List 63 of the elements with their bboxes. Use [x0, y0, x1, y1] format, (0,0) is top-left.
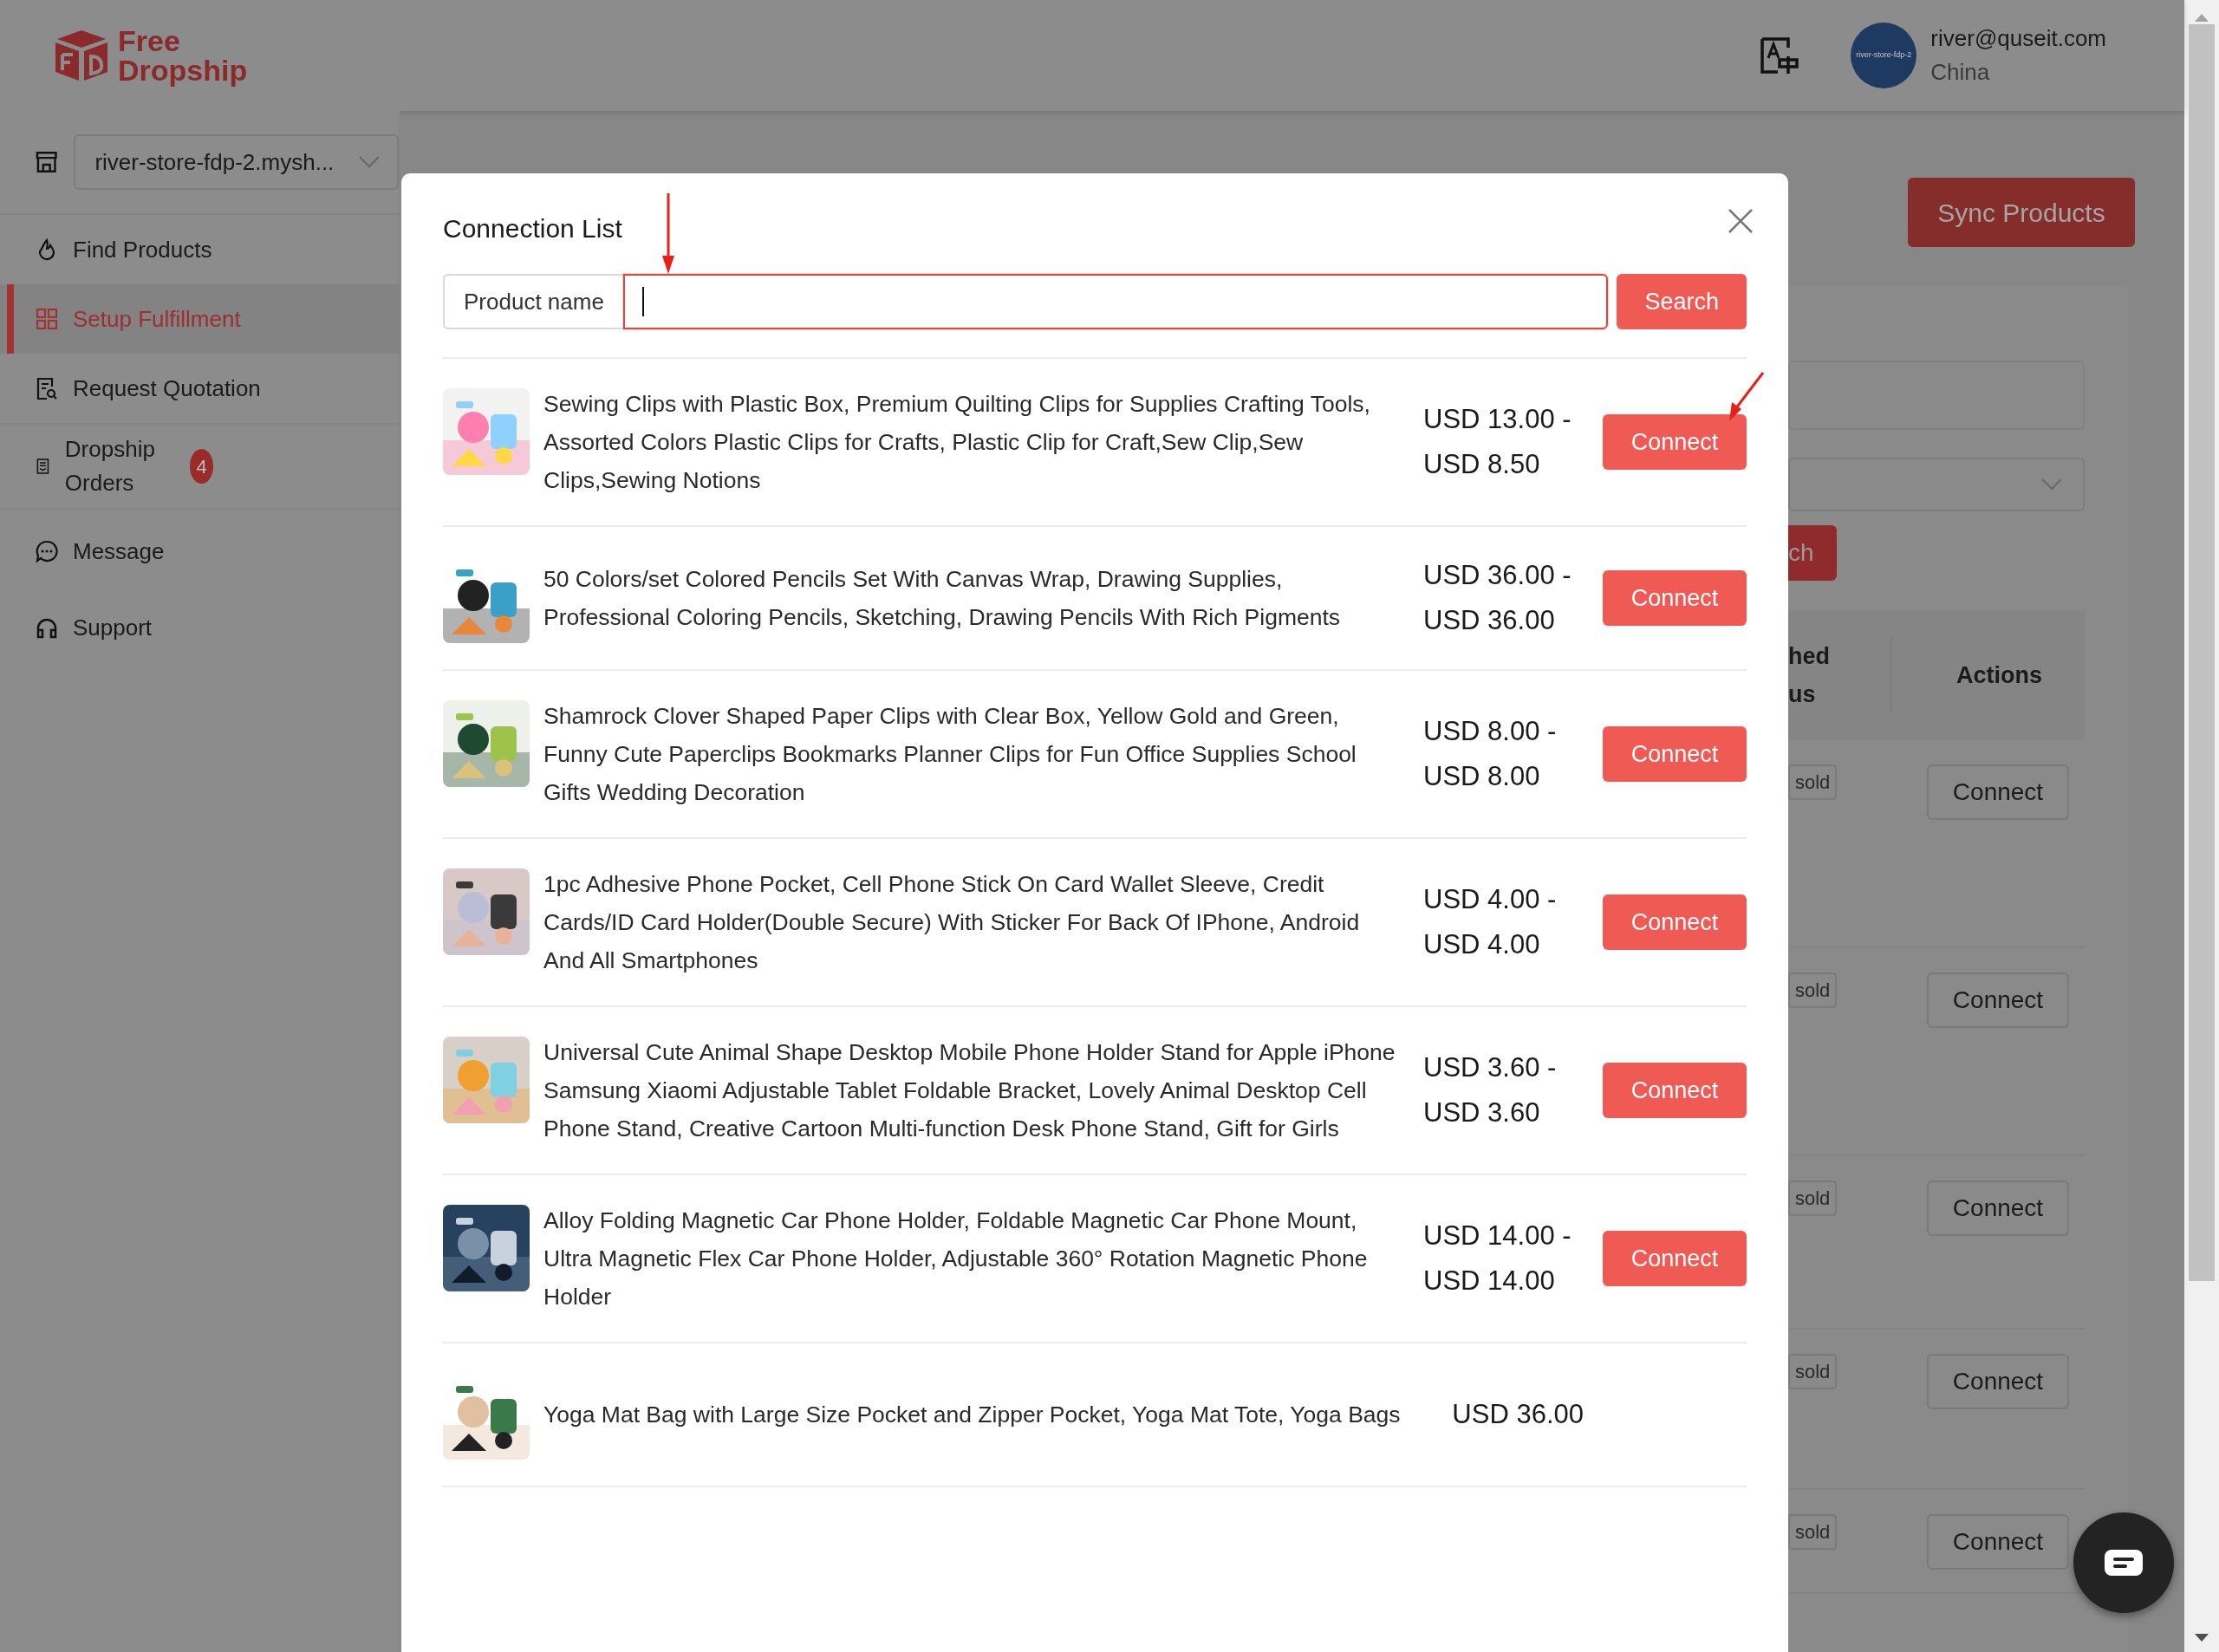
chat-bubble-icon	[35, 539, 59, 563]
product-price: USD 14.00 - USD 14.00	[1423, 1219, 1572, 1298]
column-header: hed	[1788, 642, 1831, 671]
product-name: Shamrock Clover Shaped Paper Clips with Clear Box, Yellow Gold and Green, Funny Cute Paperclips Bookmarks Planner Clips for Fun Office Supplies School Gifts Wedding Decoration	[543, 702, 1357, 807]
store-select[interactable]: river-store-fdp-2.mysh...	[74, 134, 399, 190]
connect-button[interactable]: Connect	[1927, 1180, 2069, 1236]
product-price: USD 36.00 - USD 36.00	[1423, 559, 1572, 637]
search-field[interactable]	[622, 274, 1609, 329]
sidebar-item[interactable]: Request Quotation	[0, 354, 399, 423]
scrollbar-thumb[interactable]	[2189, 24, 2215, 1281]
product-name: 1pc Adhesive Phone Pocket, Cell Phone Stick On Card Wallet Sleeve, Credit Cards/ID Card Holder(Double Secure) With Sticker For Back Of IPhone, Android And All Smartphones	[543, 870, 1361, 975]
product-name: Alloy Folding Magnetic Car Phone Holder, Foldable Magnetic Car Phone Mount, Ultra Magnetic Flex Car Phone Holder, Adjustable 360° Rotation Magnetic Phone Holder	[543, 1206, 1369, 1311]
connect-button[interactable]: Connect	[1927, 972, 2069, 1028]
search-button[interactable]: ch	[1788, 525, 1837, 581]
product-name: 50 Colors/set Colored Pencils Set With Canvas Wrap, Drawing Supplies, Professional Coloring Pencils, Sketching, Drawing Pencils With Rich Pigments	[543, 565, 1342, 632]
sidebar-item[interactable]: Message	[0, 510, 399, 593]
document-search-icon	[35, 376, 59, 400]
sync-products-button[interactable]: Sync Products	[1908, 178, 2135, 247]
user-email: river@quseit.com	[1930, 24, 2106, 53]
connect-button[interactable]: Connect	[1927, 1514, 2069, 1570]
select-field[interactable]	[1788, 458, 2085, 511]
connect-button[interactable]: Connect	[1927, 1354, 2069, 1409]
product-name: Sewing Clips with Plastic Box, Premium Quilting Clips for Supplies Crafting Tools, Assorted Colors Plastic Clips for Crafts, Plastic Clip for Craft,Sew Clip,Sew Clips,Sewing Notions	[543, 390, 1371, 495]
chevron-down-icon	[359, 156, 380, 168]
message-icon	[2105, 1550, 2143, 1576]
chevron-down-icon	[2041, 478, 2062, 491]
translate-icon[interactable]	[1760, 37, 1799, 74]
connect-button[interactable]: Connect	[1603, 414, 1747, 470]
connect-button[interactable]: Connect	[1603, 570, 1747, 626]
column-header: Actions	[1956, 660, 2042, 690]
annotation-arrow	[1727, 371, 1765, 423]
scroll-down-icon[interactable]	[2194, 1633, 2209, 1643]
product-price: USD 36.00	[1452, 1398, 1584, 1431]
logo-text: Dropship	[118, 55, 248, 85]
dialog-title: Connection List	[443, 213, 622, 244]
column-header: us	[1788, 680, 1817, 709]
product-price: USD 8.00 - USD 8.00	[1423, 715, 1558, 793]
sidebar-item[interactable]: Dropship Orders 4	[0, 425, 399, 508]
connect-button[interactable]: Connect	[1603, 1231, 1747, 1286]
product-name: Yoga Mat Bag with Large Size Pocket and Zipper Pocket, Yoga Mat Tote, Yoga Bags	[543, 1401, 1402, 1429]
product-name: Universal Cute Animal Shape Desktop Mobile Phone Holder Stand for Apple iPhone Samsung Xiaomi Adjustable Tablet Foldable Bracket, Lovely Animal Desktop Cell Phone Stand, Creative Cartoon Multi-function Desk Phone Stand, Gift for Girls	[543, 1038, 1396, 1143]
logo-text: Free	[118, 26, 181, 55]
store-icon	[35, 150, 59, 174]
scroll-up-icon[interactable]	[2194, 12, 2209, 23]
field-label: Product name	[443, 274, 623, 329]
connect-button[interactable]: Connect	[1603, 726, 1747, 782]
connect-button[interactable]: Connect	[1927, 764, 2069, 820]
grid-icon	[35, 307, 59, 331]
product-price: USD 4.00 - USD 4.00	[1423, 883, 1558, 961]
user-country: China	[1930, 58, 1991, 87]
text-field[interactable]	[1788, 361, 2085, 430]
sidebar-item[interactable]: Find Products	[0, 215, 399, 284]
avatar[interactable]: river-store-fdp-2	[1851, 23, 1917, 88]
close-button[interactable]	[1728, 208, 1754, 234]
search-button[interactable]: Search	[1617, 274, 1747, 329]
sidebar-item[interactable]: Support	[0, 593, 399, 662]
connect-button[interactable]: Connect	[1603, 1063, 1747, 1118]
product-price: USD 13.00 - USD 8.50	[1423, 403, 1572, 481]
product-price: USD 3.60 - USD 3.60	[1423, 1051, 1558, 1129]
count-badge: 4	[190, 449, 213, 484]
text-cursor	[641, 287, 644, 316]
chat-button[interactable]	[2073, 1512, 2174, 1613]
connect-button[interactable]: Connect	[1603, 894, 1747, 950]
